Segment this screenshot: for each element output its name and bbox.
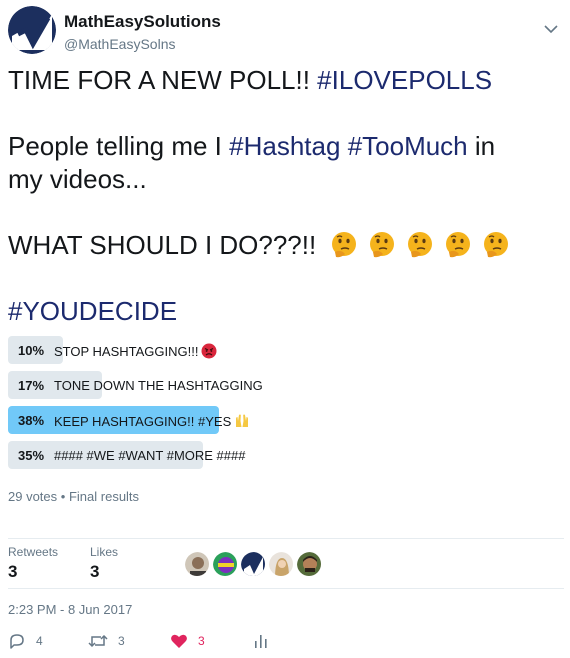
reply-count: 4	[36, 634, 43, 648]
poll-option-label: STOP HASHTAGGING!!!	[54, 343, 217, 359]
tweet-stats: Retweets 3 Likes 3	[8, 545, 564, 581]
hashtag-link[interactable]: #YOUDECIDE	[8, 296, 177, 326]
reply-icon	[10, 634, 24, 649]
tweet-line: my videos...	[8, 163, 564, 196]
tweet-line: #YOUDECIDE	[8, 295, 564, 328]
analytics-button[interactable]	[252, 632, 270, 650]
thinking-face-emoji	[446, 232, 471, 258]
poll-separator: •	[60, 489, 66, 504]
chevron-down-icon[interactable]	[544, 24, 558, 34]
emoji-group	[329, 230, 511, 260]
retweets-label: Retweets	[8, 545, 59, 559]
like-count: 3	[198, 634, 205, 648]
poll-percent: 17%	[18, 378, 45, 393]
author-display-name[interactable]: MathEasySolutions	[64, 12, 221, 32]
poll-percent: 10%	[18, 343, 45, 358]
poll-meta: 29 votes • Final results	[8, 489, 139, 504]
poll-option-label: KEEP HASHTAGGING!! #YES	[54, 413, 250, 429]
hashtag-link[interactable]: #Hashtag	[229, 131, 340, 161]
tweet-text-segment: WHAT SHOULD I DO???!!	[8, 230, 317, 260]
tweet-text-segment: TIME FOR A NEW POLL!!	[8, 65, 318, 95]
thinking-face-emoji	[408, 232, 433, 258]
poll-option-text: STOP HASHTAGGING!!!	[54, 344, 199, 359]
poll-percent: 38%	[18, 413, 45, 428]
hashtag-link[interactable]: #ILOVEPOLLS	[317, 65, 492, 95]
poll-vote-count: 29 votes	[8, 489, 58, 504]
tweet-text-segment	[340, 131, 347, 161]
poll-option-winner: 38% KEEP HASHTAGGING!! #YES	[8, 406, 564, 434]
poll-option-text: KEEP HASHTAGGING!! #YES	[54, 414, 232, 429]
poll-percent: 35%	[18, 448, 45, 463]
reply-button[interactable]: 4	[8, 632, 43, 650]
poll-option-label: #### #WE #WANT #MORE ####	[54, 448, 246, 463]
tweet-line: TIME FOR A NEW POLL!! #ILOVEPOLLS	[8, 64, 564, 97]
thinking-face-emoji	[332, 232, 357, 258]
poll-option: 35% #### #WE #WANT #MORE ####	[8, 441, 564, 469]
like-button[interactable]: 3	[170, 632, 205, 650]
likes-label: Likes	[90, 545, 119, 559]
divider	[8, 538, 564, 539]
liker-avatar[interactable]	[240, 551, 266, 577]
thinking-face-emoji	[484, 232, 509, 258]
analytics-icon	[255, 635, 267, 648]
author-handle[interactable]: @MathEasySolns	[64, 36, 175, 52]
retweets-count: 3	[8, 562, 18, 581]
angry-face-emoji	[201, 343, 217, 359]
thinking-face-emoji	[370, 232, 395, 258]
retweet-count: 3	[118, 634, 125, 648]
liker-avatars	[184, 551, 322, 577]
hashtag-link[interactable]: #TooMuch	[348, 131, 468, 161]
tweet-header: MathEasySolutions @MathEasySolns	[8, 6, 564, 54]
tweet-text-segment: People telling me I	[8, 131, 230, 161]
heart-icon	[171, 634, 187, 648]
raised-hands-emoji	[236, 414, 249, 427]
tweet-line: WHAT SHOULD I DO???!!	[8, 229, 564, 262]
poll-status: Final results	[68, 489, 140, 504]
liker-avatar[interactable]	[268, 551, 294, 577]
tweet-text: TIME FOR A NEW POLL!! #ILOVEPOLLS People…	[8, 64, 564, 328]
retweet-icon	[88, 634, 108, 648]
poll-option: 10% STOP HASHTAGGING!!!	[8, 336, 564, 364]
poll: 10% STOP HASHTAGGING!!! 17% TONE DOWN TH…	[8, 336, 564, 476]
poll-option-label: TONE DOWN THE HASHTAGGING	[54, 378, 263, 393]
liker-avatar[interactable]	[212, 551, 238, 577]
tweet-line: People telling me I #Hashtag #TooMuch in	[8, 130, 564, 163]
tweet-text-segment: my videos...	[8, 164, 147, 194]
liker-avatar[interactable]	[296, 551, 322, 577]
retweet-button[interactable]: 3	[88, 632, 125, 650]
author-avatar[interactable]	[8, 6, 56, 54]
liker-avatar[interactable]	[184, 551, 210, 577]
tweet-timestamp[interactable]: 2:23 PM - 8 Jun 2017	[8, 602, 132, 617]
divider	[8, 588, 564, 589]
likes-stat[interactable]: Likes 3	[90, 545, 118, 582]
likes-count: 3	[90, 562, 100, 581]
tweet-text-segment: in	[467, 131, 496, 161]
retweets-stat[interactable]: Retweets 3	[8, 545, 58, 582]
poll-option: 17% TONE DOWN THE HASHTAGGING	[8, 371, 564, 399]
tweet-actions: 4 3 3	[8, 632, 564, 654]
